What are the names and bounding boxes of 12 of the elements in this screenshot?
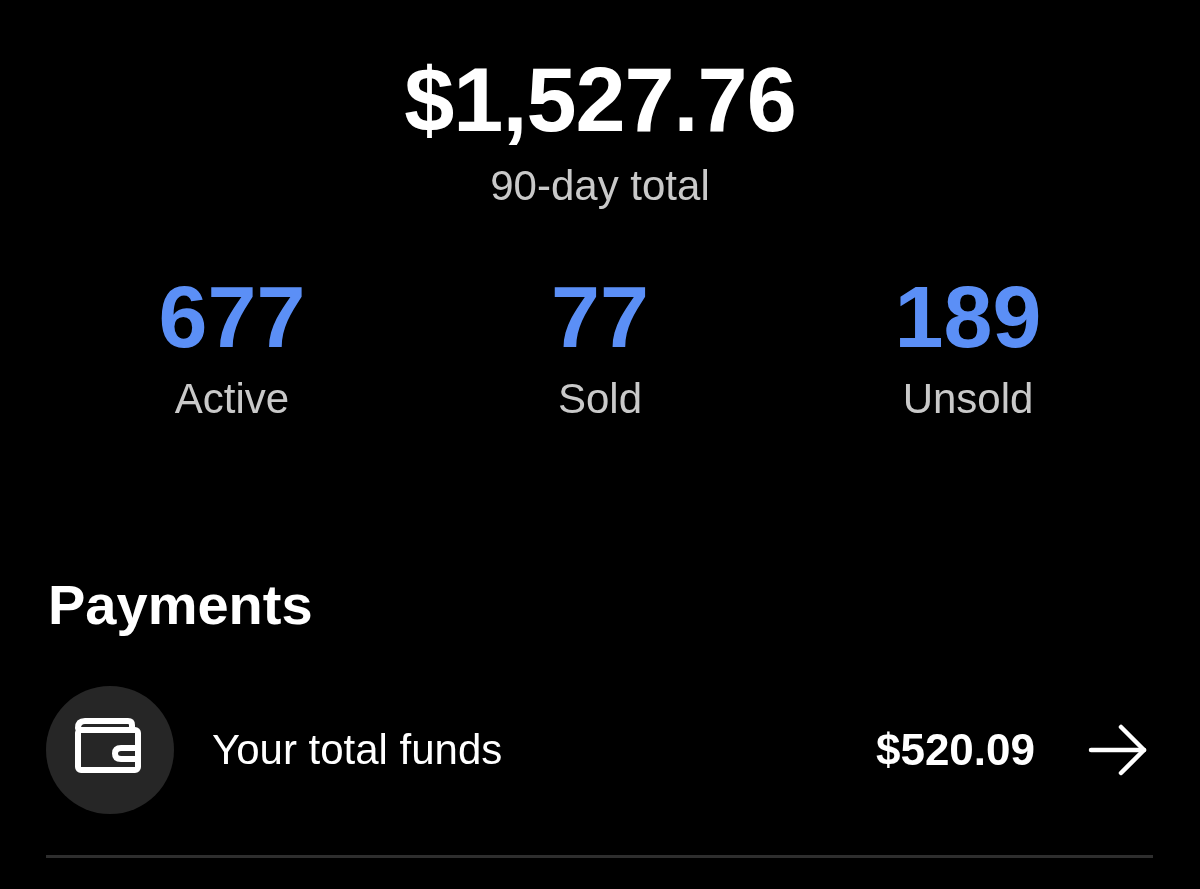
wallet-icon — [46, 686, 174, 814]
stat-value: 189 — [894, 270, 1042, 364]
total-caption: 90-day total — [490, 162, 710, 210]
stat-label: Sold — [557, 374, 643, 424]
stat-value: 77 — [551, 270, 649, 364]
funds-amount: $520.09 — [875, 725, 1035, 775]
stat-label: Active — [174, 374, 290, 424]
stat-value: 677 — [158, 270, 306, 364]
funds-label[interactable]: Your total funds — [212, 726, 876, 774]
total-amount: $1,527.76 — [404, 52, 796, 148]
stat-label: Unsold — [902, 374, 1034, 424]
section-heading: Payments — [47, 573, 313, 637]
